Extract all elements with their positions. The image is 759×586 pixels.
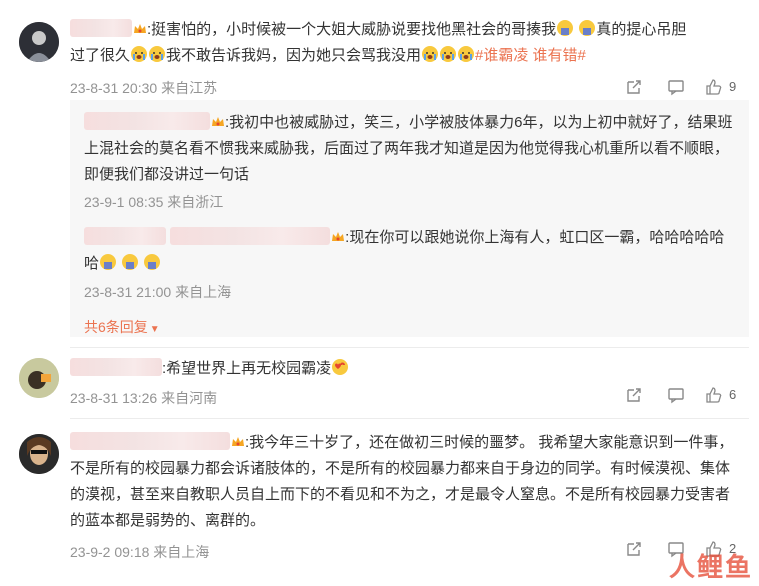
comment-icon[interactable]	[667, 386, 685, 407]
replies-panel: :我初中也被威胁过，笑三，小学被肢体暴力6年，以为上初中就好了，结果班上混社会的…	[70, 100, 749, 337]
comment-item: :挺害怕的，小时候被一个大姐大威胁说要找他黑社会的哥揍我 真的提心吊胆 过了很久…	[0, 0, 759, 100]
avatar-image	[19, 434, 59, 474]
comment-meta: 23-8-31 13:26 来自河南	[70, 390, 218, 406]
emoji-icon	[99, 253, 117, 271]
heart-emoji-icon	[331, 358, 349, 376]
crown-badge-icon	[211, 112, 225, 126]
comment-meta: 23-9-2 09:18 来自上海	[70, 544, 210, 560]
reply-meta: 23-9-1 08:35 来自浙江	[84, 194, 224, 210]
avatar-image	[19, 358, 59, 398]
like-count: 9	[729, 79, 737, 94]
blurred-username[interactable]	[170, 227, 331, 245]
crying-emoji-icon	[439, 45, 457, 63]
blurred-username[interactable]	[84, 227, 166, 245]
more-replies-link[interactable]: 共6条回复 ▼	[84, 317, 160, 337]
comment-actions: 9	[625, 78, 745, 98]
emoji-icon	[556, 19, 574, 37]
watermark-logo: 人鲤鱼	[668, 552, 753, 582]
share-icon[interactable]	[625, 78, 643, 99]
hashtag-link[interactable]: #谁霸凌 谁有错#	[475, 47, 586, 64]
crown-badge-icon	[133, 19, 147, 33]
blurred-username[interactable]	[70, 432, 230, 450]
crown-badge-icon	[231, 432, 245, 446]
comment-meta: 23-8-31 20:30 来自江苏	[70, 80, 218, 96]
avatar[interactable]	[19, 358, 59, 398]
comment-text: :我今年三十岁了，还在做初三时候的噩梦。 我希望大家能意识到一件事，不是所有的校…	[70, 432, 734, 529]
blurred-username[interactable]	[70, 19, 132, 37]
crying-emoji-icon	[457, 45, 475, 63]
crying-emoji-icon	[130, 45, 148, 63]
share-icon[interactable]	[625, 386, 643, 407]
like-icon[interactable]	[705, 386, 723, 407]
emoji-icon	[121, 253, 139, 271]
comment-text: :希望世界上再无校园霸凌	[70, 356, 740, 382]
comment-item: :希望世界上再无校园霸凌 23-8-31 13:26 来自河南 6	[0, 350, 759, 420]
reply-meta: 23-8-31 21:00 来自上海	[84, 284, 232, 300]
comment-actions: 6	[625, 386, 745, 406]
avatar[interactable]	[19, 434, 59, 474]
comment-icon[interactable]	[667, 78, 685, 99]
crying-emoji-icon	[148, 45, 166, 63]
comment-item: :我今年三十岁了，还在做初三时候的噩梦。 我希望大家能意识到一件事，不是所有的校…	[0, 420, 759, 586]
emoji-icon	[578, 19, 596, 37]
avatar-image	[19, 22, 59, 62]
like-icon[interactable]	[705, 78, 723, 99]
avatar[interactable]	[19, 22, 59, 62]
emoji-icon	[143, 253, 161, 271]
crying-emoji-icon	[421, 45, 439, 63]
blurred-username[interactable]	[84, 112, 210, 130]
comment-text: :挺害怕的，小时候被一个大姐大威胁说要找他黑社会的哥揍我 真的提心吊胆 过了很久…	[70, 19, 687, 64]
reply-text: :现在你可以跟她说你上海有人，虹口区一霸，哈哈哈哈哈哈	[84, 227, 725, 272]
like-count: 6	[729, 387, 737, 402]
blurred-username[interactable]	[70, 358, 162, 376]
share-icon[interactable]	[625, 540, 643, 561]
chevron-down-icon: ▼	[149, 324, 160, 335]
crown-badge-icon	[331, 227, 345, 241]
divider	[70, 347, 749, 348]
reply-text: :我初中也被威胁过，笑三，小学被肢体暴力6年，以为上初中就好了，结果班上混社会的…	[84, 112, 733, 183]
divider	[70, 418, 749, 419]
